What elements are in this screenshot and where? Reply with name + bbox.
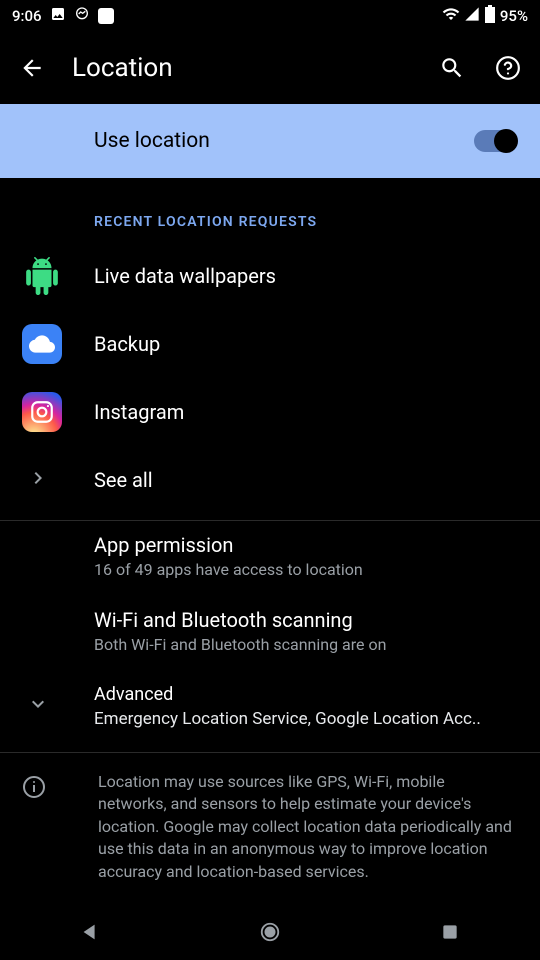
advanced-title: Advanced bbox=[94, 683, 516, 706]
scanning-subtitle: Both Wi-Fi and Bluetooth scanning are on bbox=[94, 635, 516, 654]
recent-app-backup[interactable]: Backup bbox=[0, 310, 540, 378]
recent-app-live-wallpapers[interactable]: Live data wallpapers bbox=[0, 242, 540, 310]
use-location-switch[interactable] bbox=[474, 130, 516, 152]
wifi-icon bbox=[442, 5, 460, 27]
app-label: Live data wallpapers bbox=[94, 263, 516, 289]
navigation-bar bbox=[0, 904, 540, 960]
app-permission-item[interactable]: App permission 16 of 49 apps have access… bbox=[0, 521, 540, 589]
chevron-right-icon bbox=[22, 466, 50, 494]
use-location-toggle-row[interactable]: Use location bbox=[0, 104, 540, 178]
app-label: Instagram bbox=[94, 399, 516, 425]
picture-icon bbox=[50, 6, 66, 26]
signal-icon bbox=[464, 6, 480, 26]
nav-home[interactable] bbox=[258, 920, 282, 944]
app-permission-subtitle: 16 of 49 apps have access to location bbox=[94, 560, 516, 579]
instagram-icon bbox=[22, 392, 62, 432]
android-icon bbox=[22, 256, 62, 296]
battery-percent: 95% bbox=[500, 7, 528, 25]
info-text: Location may use sources like GPS, Wi-Fi… bbox=[98, 771, 516, 883]
see-all-label: See all bbox=[94, 467, 516, 493]
location-info: Location may use sources like GPS, Wi-Fi… bbox=[0, 753, 540, 901]
use-location-label: Use location bbox=[94, 129, 210, 153]
app-permission-title: App permission bbox=[94, 532, 516, 558]
chevron-down-icon bbox=[22, 692, 50, 720]
nav-recent[interactable] bbox=[438, 920, 462, 944]
page-title: Location bbox=[72, 53, 412, 83]
recent-app-instagram[interactable]: Instagram bbox=[0, 378, 540, 446]
status-bar: 9:06 95% bbox=[0, 0, 540, 32]
cloud-icon bbox=[22, 324, 62, 364]
search-button[interactable] bbox=[436, 52, 468, 84]
help-button[interactable] bbox=[492, 52, 524, 84]
scanning-item[interactable]: Wi-Fi and Bluetooth scanning Both Wi-Fi … bbox=[0, 589, 540, 672]
advanced-subtitle: Emergency Location Service, Google Locat… bbox=[94, 709, 516, 729]
info-icon bbox=[22, 784, 46, 803]
recent-requests-header: RECENT LOCATION REQUESTS bbox=[0, 178, 540, 242]
messenger-icon bbox=[74, 6, 90, 26]
see-all-button[interactable]: See all bbox=[0, 446, 540, 514]
app-bar: Location bbox=[0, 32, 540, 104]
status-time: 9:06 bbox=[12, 7, 42, 25]
battery-icon bbox=[484, 5, 496, 27]
app-icon bbox=[98, 8, 114, 24]
nav-back[interactable] bbox=[78, 920, 102, 944]
back-button[interactable] bbox=[16, 52, 48, 84]
advanced-item[interactable]: Advanced Emergency Location Service, Goo… bbox=[0, 672, 540, 740]
scanning-title: Wi-Fi and Bluetooth scanning bbox=[94, 607, 516, 633]
app-label: Backup bbox=[94, 331, 516, 357]
